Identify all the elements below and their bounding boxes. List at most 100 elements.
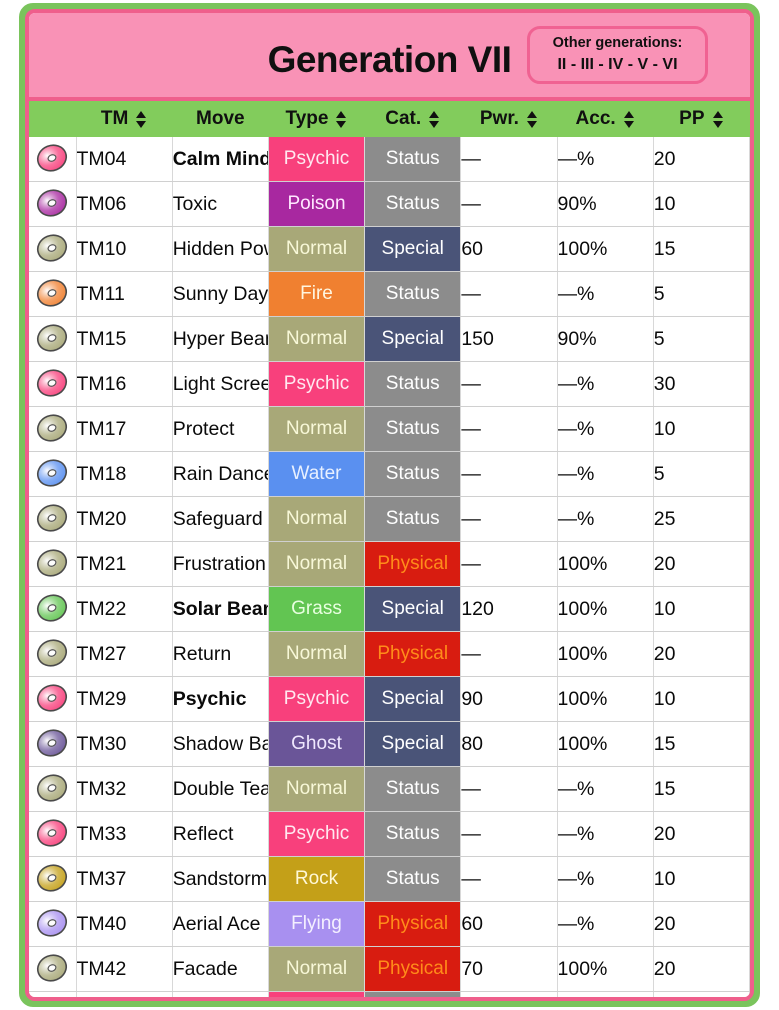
category-cell[interactable]: Status (364, 271, 462, 317)
category-cell[interactable]: Physical (364, 901, 462, 947)
type-badge[interactable]: Psychic (268, 992, 364, 997)
move-name-cell[interactable]: Sandstorm (172, 856, 269, 902)
move-name-link[interactable]: Shadow Ball (173, 733, 268, 755)
table-row[interactable]: TM22Solar BeamGrassSpecial120100%10 (29, 586, 750, 632)
table-row[interactable]: TM06 Toxic Poison Status —90% 10 (29, 181, 750, 227)
type-cell[interactable]: Normal (268, 316, 366, 362)
move-name-cell[interactable]: Calm Mind (172, 137, 269, 182)
category-cell[interactable]: Special (364, 226, 462, 272)
move-name-cell[interactable]: Sunny Day (172, 271, 269, 317)
category-badge[interactable]: Status (365, 767, 460, 811)
category-cell[interactable]: Physical (364, 541, 462, 587)
type-badge[interactable]: Water (268, 452, 364, 496)
type-cell[interactable]: Psychic (268, 361, 366, 407)
sort-arrow-icon[interactable] (428, 110, 440, 128)
type-badge[interactable]: Normal (268, 542, 364, 586)
category-cell[interactable]: Special (364, 586, 462, 632)
table-row[interactable]: TM18 Rain Dance Water Status — —% 5 (29, 451, 750, 497)
generation-link-iv[interactable]: IV (608, 56, 623, 73)
move-name-link[interactable]: Psychic (173, 688, 247, 710)
move-name-link[interactable]: Sunny Day (173, 283, 268, 305)
type-cell[interactable]: Psychic (268, 137, 366, 182)
column-header-pp[interactable]: PP (653, 101, 750, 137)
category-cell[interactable]: Status (364, 406, 462, 452)
category-cell[interactable]: Status (364, 181, 462, 227)
category-badge[interactable]: Special (365, 722, 460, 766)
generation-link-v[interactable]: V (638, 56, 649, 73)
generation-link-iii[interactable]: III (581, 56, 594, 73)
table-row[interactable]: TM04 Calm Mind Psychic Status — —% 20 (29, 137, 750, 182)
category-cell[interactable]: Status (364, 856, 462, 902)
category-badge[interactable]: Status (365, 497, 460, 541)
category-badge[interactable]: Status (365, 137, 460, 181)
category-cell[interactable]: Physical (364, 631, 462, 677)
table-row[interactable]: TM33 Reflect Psychic Status — —% 20 (29, 811, 750, 857)
move-name-link[interactable]: Facade (173, 958, 238, 980)
category-badge[interactable]: Status (365, 407, 460, 451)
category-cell[interactable]: Status (364, 361, 462, 407)
category-badge[interactable]: Status (365, 182, 460, 226)
move-name-cell[interactable]: Reflect (172, 811, 269, 857)
move-name-link[interactable]: Light Screen (173, 373, 268, 395)
column-header-tm[interactable]: TM (76, 101, 173, 137)
move-name-link[interactable]: Calm Mind (173, 148, 268, 170)
category-cell[interactable]: Status (364, 811, 462, 857)
category-badge[interactable]: Status (365, 452, 460, 496)
move-name-link[interactable]: Double Team (173, 778, 268, 800)
table-row[interactable]: TM21 Frustration Normal Physical —100% 20 (29, 541, 750, 587)
sort-arrow-icon[interactable] (335, 110, 347, 128)
move-name-link[interactable]: Hidden Power (173, 238, 268, 260)
type-badge[interactable]: Normal (268, 767, 364, 811)
type-cell[interactable]: Rock (268, 856, 366, 902)
sort-arrow-icon[interactable] (712, 110, 724, 128)
sort-arrow-icon[interactable] (526, 110, 538, 128)
move-name-cell[interactable]: Safeguard (172, 496, 269, 542)
type-badge[interactable]: Normal (268, 947, 364, 991)
type-cell[interactable]: Psychic (268, 811, 366, 857)
type-badge[interactable]: Poison (268, 182, 364, 226)
type-cell[interactable]: Fire (268, 271, 366, 317)
move-name-link[interactable]: Solar Beam (173, 598, 268, 620)
category-badge[interactable]: Special (365, 587, 460, 631)
move-name-link[interactable]: Safeguard (173, 508, 263, 530)
type-badge[interactable]: Flying (268, 902, 364, 946)
category-cell[interactable]: Special (364, 721, 462, 767)
category-badge[interactable]: Physical (365, 947, 460, 991)
category-badge[interactable]: Physical (365, 902, 460, 946)
move-name-cell[interactable]: Return (172, 631, 269, 677)
type-badge[interactable]: Normal (268, 227, 364, 271)
table-row[interactable]: TM40 Aerial Ace Flying Physical 60 —% 20 (29, 901, 750, 947)
category-cell[interactable]: Special (364, 676, 462, 722)
category-badge[interactable]: Status (365, 272, 460, 316)
type-cell[interactable]: Normal (268, 496, 366, 542)
type-cell[interactable]: Ghost (268, 721, 366, 767)
category-badge[interactable]: Status (365, 362, 460, 406)
table-row[interactable]: TM42 Facade Normal Physical 70 100% 20 (29, 946, 750, 992)
type-cell[interactable]: Poison (268, 181, 366, 227)
table-row[interactable]: TM44RestPsychicStatus——%10 (29, 991, 750, 997)
move-name-link[interactable]: Protect (173, 418, 235, 440)
move-name-link[interactable]: Reflect (173, 823, 234, 845)
type-badge[interactable]: Psychic (268, 137, 364, 181)
type-cell[interactable]: Water (268, 451, 366, 497)
move-name-cell[interactable]: Shadow Ball (172, 721, 269, 767)
category-badge[interactable]: Status (365, 812, 460, 856)
category-cell[interactable]: Status (364, 766, 462, 812)
column-header-cat[interactable]: Cat. (364, 101, 461, 137)
move-name-cell[interactable]: Protect (172, 406, 269, 452)
type-cell[interactable]: Normal (268, 766, 366, 812)
move-name-link[interactable]: Hyper Beam (173, 328, 268, 350)
type-badge[interactable]: Psychic (268, 812, 364, 856)
category-badge[interactable]: Physical (365, 632, 460, 676)
type-cell[interactable]: Psychic (268, 991, 366, 997)
category-cell[interactable]: Special (364, 316, 462, 362)
type-badge[interactable]: Normal (268, 317, 364, 361)
sort-arrow-icon[interactable] (623, 110, 635, 128)
column-header-acc[interactable]: Acc. (557, 101, 654, 137)
table-row[interactable]: TM37 Sandstorm Rock Status — —% 10 (29, 856, 750, 902)
type-cell[interactable]: Psychic (268, 676, 366, 722)
type-badge[interactable]: Ghost (268, 722, 364, 766)
type-cell[interactable]: Normal (268, 631, 366, 677)
move-name-link[interactable]: Toxic (173, 193, 217, 215)
sort-arrow-icon[interactable] (135, 110, 147, 128)
